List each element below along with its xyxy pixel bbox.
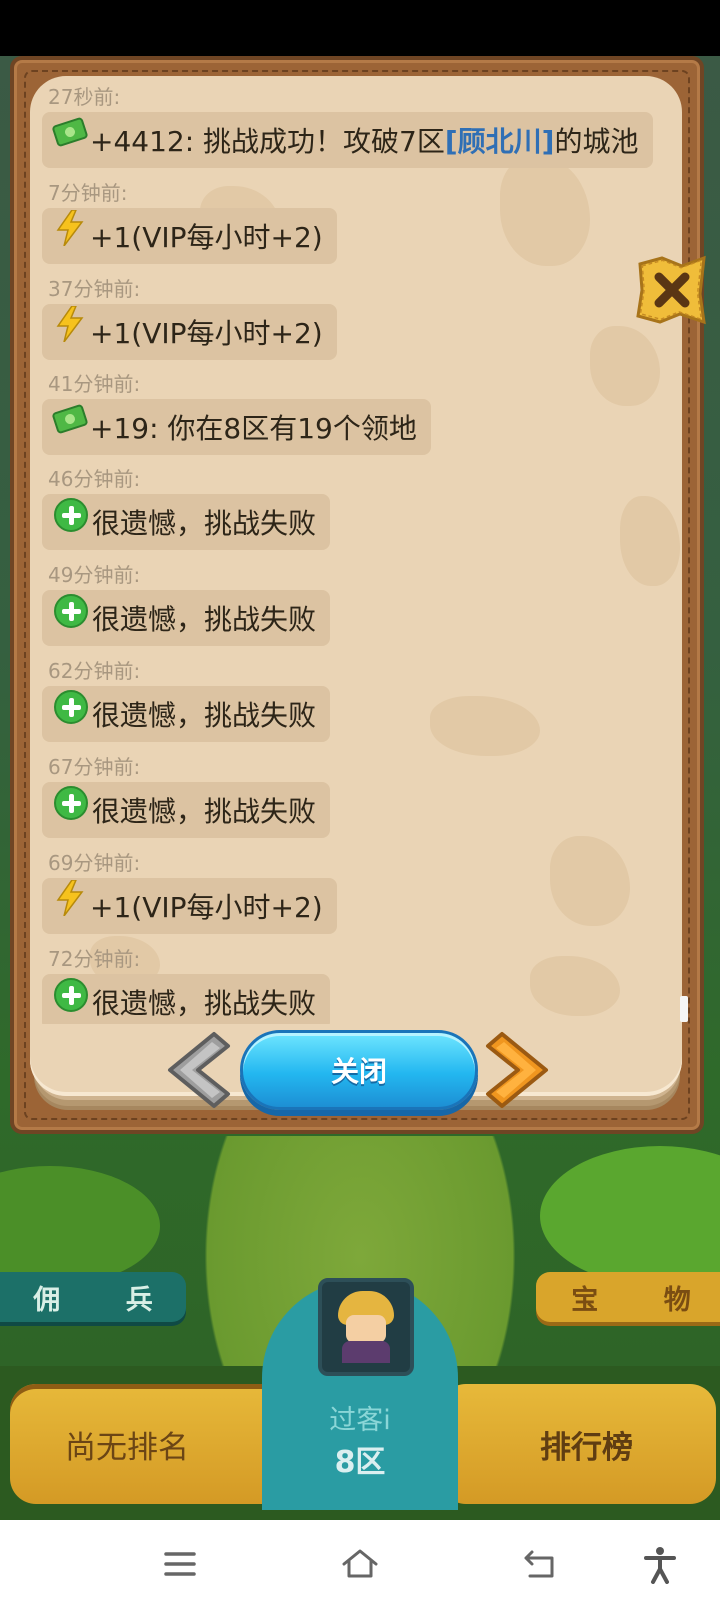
leaderboard-button[interactable]: 排行榜 [440, 1384, 716, 1504]
log-time: 7分钟前: [48, 181, 128, 205]
scrollbar[interactable] [680, 996, 688, 1022]
log-text: +19: 你在8区有19个领地 [90, 412, 417, 445]
log-message: 很遗憾，挑战失败 [42, 494, 331, 550]
player-name: 过客i [329, 1405, 391, 1436]
log-message: 很遗憾，挑战失败 [42, 974, 331, 1024]
money-icon [51, 116, 89, 148]
avatar[interactable] [318, 1278, 414, 1376]
rank-label: 尚无排名 [65, 1430, 189, 1466]
log-time: 37分钟前: [48, 277, 141, 301]
back-icon [524, 1550, 554, 1578]
plus-icon [54, 690, 88, 724]
list-item: 67分钟前: 很遗憾，挑战失败 [42, 754, 331, 838]
close-x-button[interactable] [632, 250, 712, 330]
close-button[interactable]: 关闭 [240, 1030, 478, 1110]
list-item: 62分钟前: 很遗憾，挑战失败 [42, 658, 331, 742]
system-navigation-bar [0, 1520, 720, 1605]
player-zone: 8区 [334, 1445, 386, 1480]
log-time: 27秒前: [48, 85, 121, 109]
log-text: 很遗憾，挑战失败 [92, 699, 317, 732]
log-time: 41分钟前: [48, 372, 141, 396]
list-item: 37分钟前: +1(VIP每小时+2) [42, 276, 337, 360]
log-time: 69分钟前: [48, 851, 141, 875]
status-bar [0, 0, 720, 56]
log-text: 很遗憾，挑战失败 [92, 603, 317, 636]
mercenary-button[interactable]: 佣 兵 [0, 1272, 186, 1322]
log-text: +1(VIP每小时+2) [90, 891, 323, 924]
log-text: 很遗憾，挑战失败 [92, 795, 317, 828]
log-paper: 27秒前: +4412: 挑战成功！攻破7区 [顾北川] 的城池 7分钟前: +… [30, 76, 682, 1096]
log-text: +1(VIP每小时+2) [90, 221, 323, 254]
list-item: 27秒前: +4412: 挑战成功！攻破7区 [顾北川] 的城池 [42, 84, 653, 168]
log-list[interactable]: 27秒前: +4412: 挑战成功！攻破7区 [顾北川] 的城池 7分钟前: +… [30, 76, 682, 1024]
log-text: +4412: 挑战成功！攻破7区 [90, 125, 445, 158]
accessibility-icon [644, 1547, 676, 1584]
log-message: +4412: 挑战成功！攻破7区 [顾北川] 的城池 [42, 112, 653, 168]
list-item: 7分钟前: +1(VIP每小时+2) [42, 180, 337, 264]
log-message: 很遗憾，挑战失败 [42, 590, 331, 646]
log-text: +1(VIP每小时+2) [90, 317, 323, 350]
next-page-button[interactable] [484, 1028, 554, 1112]
log-time: 46分钟前: [48, 467, 141, 491]
back-button[interactable] [510, 1534, 570, 1594]
log-message: 很遗憾，挑战失败 [42, 782, 331, 838]
log-message: +1(VIP每小时+2) [42, 304, 337, 360]
list-item: 72分钟前: 很遗憾，挑战失败 [42, 946, 331, 1024]
home-button[interactable] [330, 1534, 390, 1594]
log-time: 72分钟前: [48, 947, 141, 971]
log-message: +1(VIP每小时+2) [42, 208, 337, 264]
close-button-label: 关闭 [330, 1055, 387, 1088]
log-time: 62分钟前: [48, 659, 141, 683]
plus-icon [54, 786, 88, 820]
plus-icon [54, 498, 88, 532]
list-item: 41分钟前: +19: 你在8区有19个领地 [42, 371, 431, 455]
close-map-icon [636, 255, 706, 325]
mercenary-label: 佣 兵 [33, 1284, 181, 1316]
log-time: 67分钟前: [48, 755, 141, 779]
menu-icon [164, 1552, 196, 1576]
plus-icon [54, 978, 88, 1012]
lightning-icon [54, 879, 86, 922]
lightning-icon [54, 305, 86, 348]
chevron-right-icon [486, 1032, 548, 1108]
log-time: 49分钟前: [48, 563, 141, 587]
log-message: 很遗憾，挑战失败 [42, 686, 331, 742]
player-link[interactable]: [顾北川] [445, 120, 555, 160]
plus-icon [54, 594, 88, 628]
money-icon [51, 403, 89, 435]
list-item: 69分钟前: +1(VIP每小时+2) [42, 850, 337, 934]
home-icon [342, 1549, 378, 1578]
lightning-icon [54, 209, 86, 252]
accessibility-button[interactable] [630, 1534, 690, 1594]
log-suffix: 的城池 [554, 125, 639, 158]
treasure-button[interactable]: 宝 物 [536, 1272, 720, 1322]
log-message: +1(VIP每小时+2) [42, 878, 337, 934]
previous-page-button[interactable] [162, 1028, 232, 1112]
leaderboard-label: 排行榜 [540, 1430, 633, 1466]
log-message: +19: 你在8区有19个领地 [42, 399, 431, 455]
chevron-left-icon [168, 1032, 230, 1108]
treasure-label: 宝 物 [571, 1284, 719, 1316]
list-item: 49分钟前: 很遗憾，挑战失败 [42, 562, 331, 646]
log-text: 很遗憾，挑战失败 [92, 507, 317, 540]
list-item: 46分钟前: 很遗憾，挑战失败 [42, 466, 331, 550]
log-text: 很遗憾，挑战失败 [92, 987, 317, 1020]
menu-button[interactable] [150, 1534, 210, 1594]
